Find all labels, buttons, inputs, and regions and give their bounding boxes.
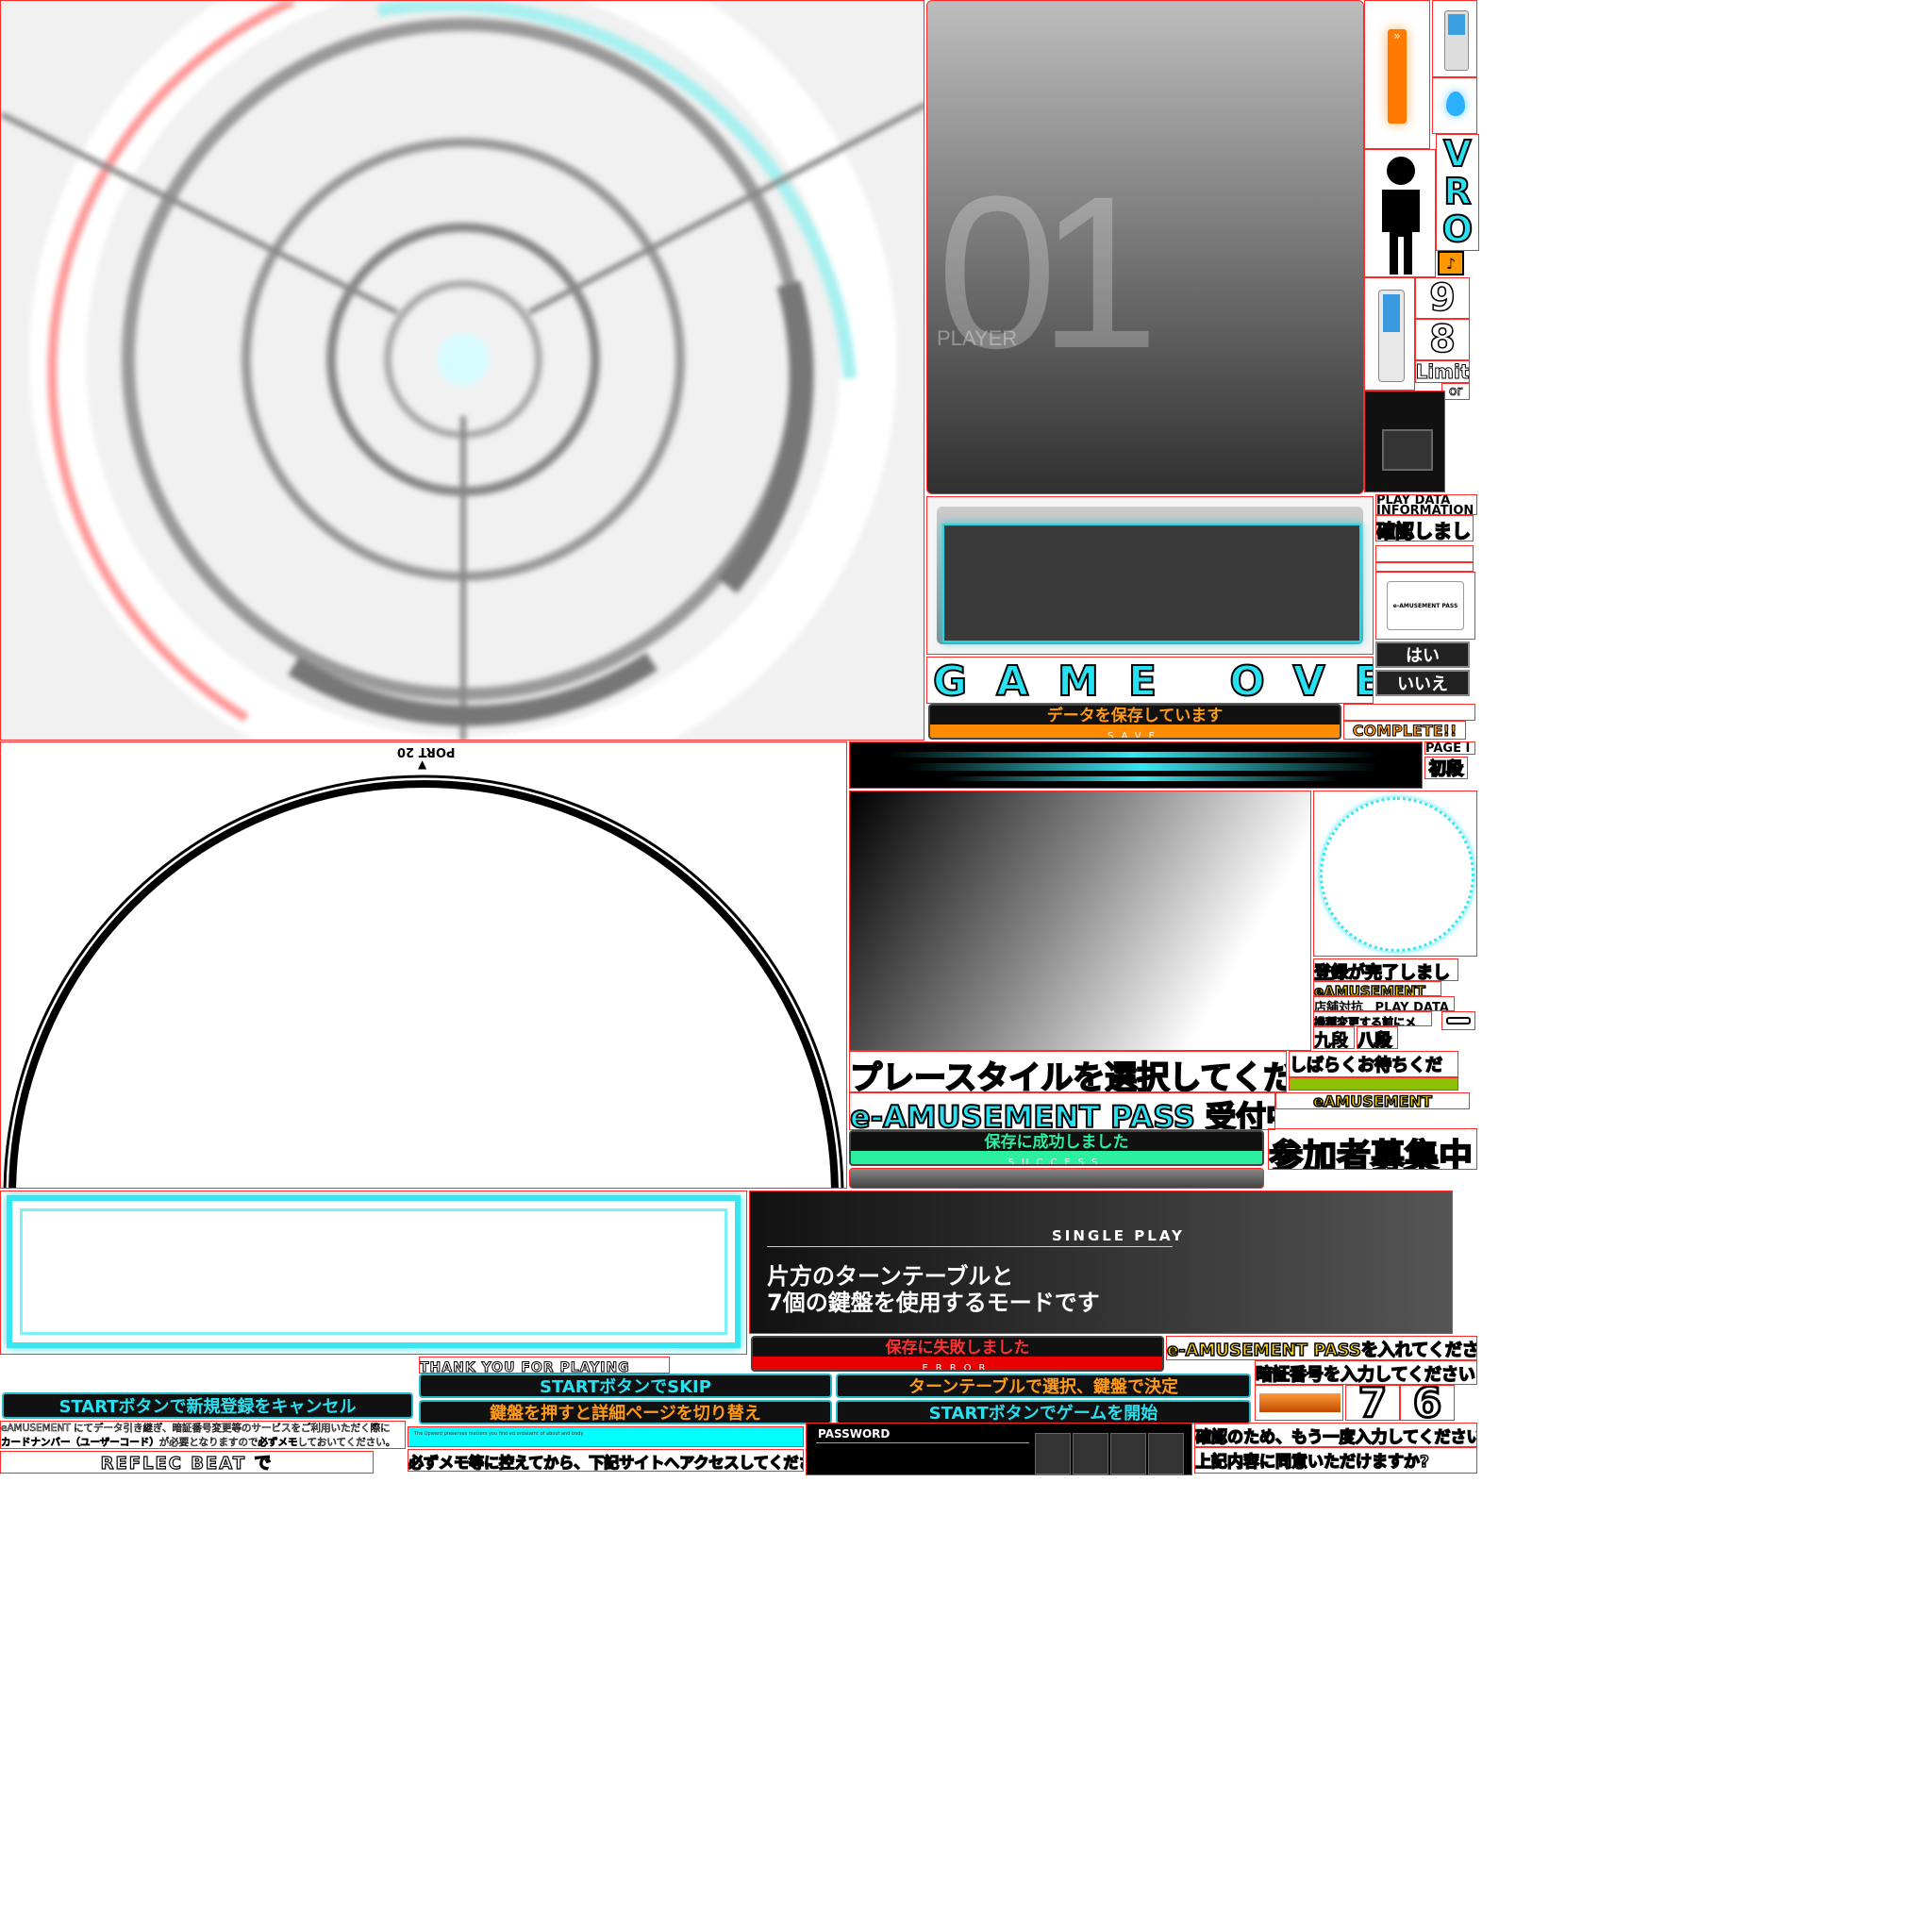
limit-label: Limit	[1415, 360, 1470, 383]
digit-nine: 9	[1415, 277, 1470, 319]
info-frame-panel	[926, 496, 1374, 655]
turntable-ring	[3, 774, 844, 1188]
page-label: PAGE I	[1424, 741, 1475, 755]
vro-letters: V R O	[1436, 134, 1479, 251]
player-label: PLAYER	[937, 326, 1018, 350]
single-play-line2: 7個の鍵盤を使用するモードです	[767, 1290, 1100, 1316]
saving-text: データを保存しています	[1046, 707, 1224, 725]
memo-before-change-label: 機種変更する前にメモ!	[1313, 1011, 1432, 1026]
reflec-beat-label: REFLEC BEAT で	[0, 1451, 374, 1474]
store-play-label: 店舗対抗 PLAY DATA	[1313, 996, 1455, 1011]
password-panel: PASSWORD	[806, 1423, 1192, 1475]
arcade-cabinet-icon	[1364, 391, 1445, 492]
eamusement-label: eAMUSEMENT	[1313, 981, 1441, 996]
play-data-label: PLAY DATA INFORMATION	[1375, 494, 1477, 515]
blank-slot-2	[1375, 562, 1474, 572]
turntable-panel: PORT 20 ▲	[0, 741, 847, 1189]
save-sub-text: SAVE	[1108, 731, 1162, 740]
eamusement-label-2: eAMUSEMENT	[1275, 1092, 1470, 1109]
password-digit-1[interactable]	[1035, 1433, 1071, 1474]
cancel-registration-button[interactable]: STARTボタンで新規登録をキャンセル	[2, 1392, 413, 1419]
password-digit-2[interactable]	[1073, 1433, 1108, 1474]
letter-r: R	[1442, 171, 1472, 212]
pass-card-icon: e-AMUSEMENT PASS	[1375, 572, 1475, 640]
no-label: いいえ	[1397, 675, 1448, 694]
success-text: 保存に成功しました	[984, 1133, 1129, 1152]
tiny-note-bar: The Upward preserves matters you find ed…	[408, 1426, 804, 1447]
flip-phone-icon	[1364, 277, 1415, 391]
failed-text: 保存に失敗しました	[885, 1339, 1030, 1357]
failed-bar: 保存に失敗しました ERROR	[751, 1336, 1164, 1372]
gray-bar	[849, 1168, 1264, 1189]
game-over-title: GAME OVER	[926, 657, 1374, 704]
page-switch-button[interactable]: 鍵盤を押すと詳細ページを切り替え	[419, 1400, 832, 1424]
digit-six: 6	[1400, 1385, 1455, 1421]
agree-message: 上記内容に同意いただけますか?	[1194, 1447, 1477, 1474]
single-play-title: SINGLE PLAY	[1052, 1227, 1185, 1244]
complete-label: COMPLETE!!	[1343, 721, 1466, 740]
blank-slot-1	[1375, 545, 1474, 562]
gradient-panel	[849, 791, 1311, 1051]
yes-button[interactable]: はい	[1375, 641, 1470, 668]
blank-slot-3	[1343, 704, 1475, 721]
dash-icon	[1441, 1011, 1475, 1030]
enter-pin-message: 暗証番号を入力してください	[1255, 1360, 1477, 1385]
radar-rings-graphic	[1, 1, 924, 740]
select-style-message: プレースタイルを選択してください	[849, 1051, 1287, 1092]
no-button[interactable]: いいえ	[1375, 670, 1470, 696]
failed-sub-text: ERROR	[922, 1363, 993, 1372]
recruiting-message: 参加者募集中	[1268, 1128, 1477, 1170]
thank-you-label: THANK YOU FOR PLAYING	[419, 1357, 670, 1374]
yes-label: はい	[1406, 646, 1440, 666]
password-label: PASSWORD	[818, 1427, 891, 1441]
tiny-note-text: The Upward preserves matters you find ed…	[414, 1431, 584, 1437]
player-panel: 01 PLAYER	[926, 0, 1364, 494]
store-play-data-text: PLAY DATA	[1374, 1001, 1449, 1011]
start-game-button[interactable]: STARTボタンでゲームを開始	[836, 1400, 1251, 1424]
insert-pass-message: e-AMUSEMENT PASSを入れてください	[1166, 1336, 1477, 1360]
single-play-panel: SINGLE PLAY 片方のターンテーブルと 7個の鍵盤を使用するモードです	[749, 1191, 1453, 1334]
water-drop-icon	[1432, 77, 1477, 134]
cyan-streak-banner	[849, 741, 1423, 789]
card-number-note: eAMUSEMENT にてデータ引き継ぎ、暗証番号変更等のサービスをご利用いただ…	[0, 1421, 406, 1449]
confirmed-label: 確認しました	[1375, 515, 1474, 541]
green-progress-bar	[1289, 1077, 1458, 1091]
information-text: INFORMATION	[1376, 504, 1474, 515]
skip-button[interactable]: STARTボタンでSKIP	[419, 1374, 832, 1398]
hachidan-label: 八段	[1357, 1026, 1398, 1049]
select-decide-button[interactable]: ターンテーブルで選択、鍵盤で決定	[836, 1374, 1251, 1398]
person-silhouette-icon	[1364, 149, 1436, 277]
saving-bar: データを保存しています SAVE	[928, 704, 1341, 740]
digit-eight: 8	[1415, 319, 1470, 360]
music-note-icon: ♪	[1438, 251, 1464, 275]
store-play-text: 店舗対抗	[1314, 1001, 1364, 1011]
letter-o: O	[1441, 208, 1474, 250]
phone-icon	[1432, 0, 1477, 77]
pass-accepting-message: e-AMUSEMENT PASS 受付中	[849, 1092, 1275, 1130]
orange-pin-bar	[1255, 1385, 1343, 1421]
letter-v: V	[1442, 134, 1472, 175]
password-digit-4[interactable]	[1148, 1433, 1184, 1474]
memo-site-message: 必ずメモ等に控えてから、下記サイトへアクセスしてください	[408, 1449, 804, 1472]
shodan-label: 初段	[1424, 757, 1468, 779]
confirm-again-message: 確認のため、もう一度入力してください	[1194, 1423, 1477, 1447]
kudan-label: 九段	[1313, 1026, 1355, 1049]
note-line1: eAMUSEMENT にてデータ引き継ぎ、暗証番号変更等のサービスをご利用いただ…	[1, 1423, 391, 1435]
player-number: 01	[937, 151, 1159, 393]
note-line2: カードナンバー（ユーザーコード）が必要となりますので必ずメモしておいてください。	[1, 1437, 396, 1448]
pass-card-text: e-AMUSEMENT PASS	[1392, 602, 1458, 609]
success-bar: 保存に成功しました SUCCESS	[849, 1130, 1264, 1166]
glow-ring-icon	[1313, 791, 1477, 957]
success-sub-text: SUCCESS	[1008, 1158, 1106, 1166]
or-label: or	[1441, 383, 1470, 400]
glow-frame-panel	[0, 1191, 747, 1355]
radar-background-panel	[0, 0, 924, 741]
registration-done-label: 登録が完了しました	[1313, 958, 1458, 981]
password-digit-3[interactable]	[1110, 1433, 1146, 1474]
digit-seven: 7	[1345, 1385, 1400, 1421]
orange-bar-icon: »	[1364, 0, 1430, 149]
please-wait-label: しばらくお待ちください	[1289, 1051, 1458, 1077]
